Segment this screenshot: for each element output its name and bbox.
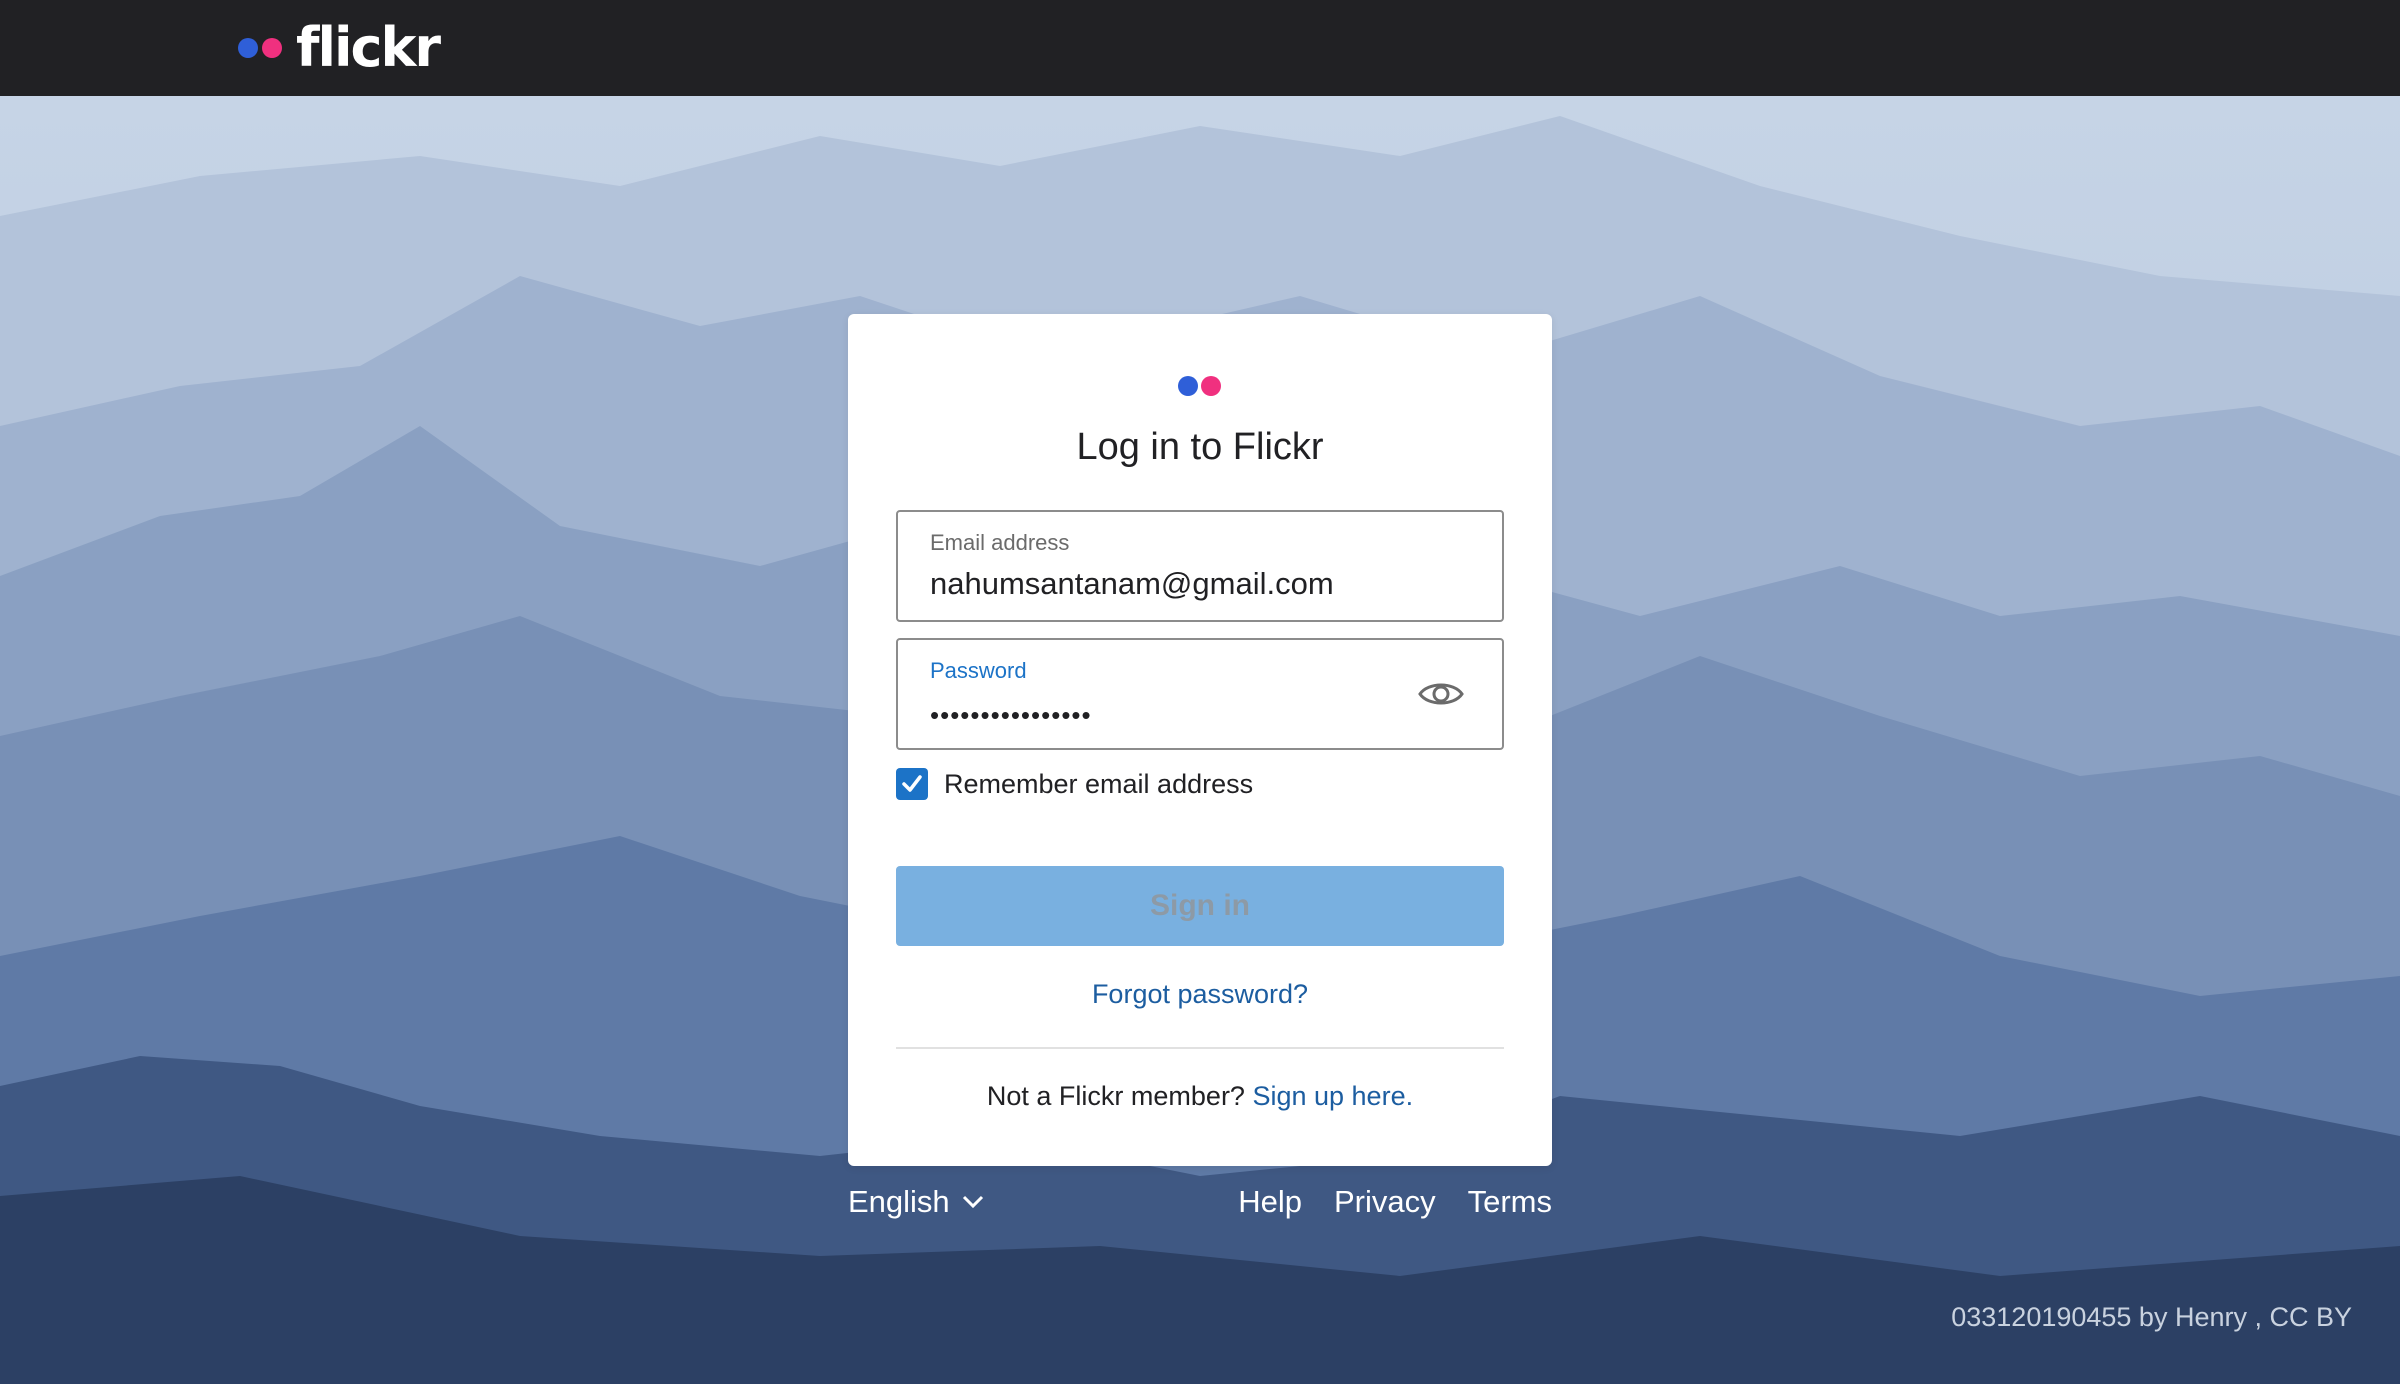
password-field-label: Password bbox=[930, 658, 1027, 683]
card-logo-dots bbox=[1178, 376, 1221, 396]
card-pink-dot bbox=[1201, 376, 1221, 396]
language-selector[interactable]: English bbox=[848, 1184, 984, 1220]
signup-row: Not a Flickr member? Sign up here. bbox=[848, 1081, 1552, 1112]
email-field-value[interactable]: nahumsantanam@gmail.com bbox=[930, 566, 1334, 602]
password-field-value[interactable]: •••••••••••••••• bbox=[930, 700, 1092, 731]
email-field-label: Email address bbox=[930, 530, 1070, 555]
login-card: Log in to Flickr Email address nahumsant… bbox=[848, 314, 1552, 1166]
remember-email-row[interactable]: Remember email address bbox=[896, 768, 1253, 800]
remember-email-checkbox[interactable] bbox=[896, 768, 928, 800]
privacy-link[interactable]: Privacy bbox=[1334, 1184, 1436, 1220]
flickr-logo[interactable]: flickr bbox=[238, 16, 441, 79]
logo-pink-dot bbox=[262, 38, 282, 58]
sign-in-button[interactable]: Sign in bbox=[896, 866, 1504, 946]
logo-blue-dot bbox=[238, 38, 258, 58]
help-link[interactable]: Help bbox=[1238, 1184, 1302, 1220]
divider bbox=[896, 1047, 1504, 1049]
email-field[interactable]: Email address nahumsantanam@gmail.com bbox=[896, 510, 1504, 622]
forgot-password-link[interactable]: Forgot password? bbox=[848, 979, 1552, 1010]
not-member-text: Not a Flickr member? bbox=[986, 1081, 1245, 1111]
language-label: English bbox=[848, 1184, 950, 1219]
sign-up-link[interactable]: Sign up here. bbox=[1252, 1081, 1413, 1111]
password-field[interactable]: Password •••••••••••••••• bbox=[896, 638, 1504, 750]
logo-text: flickr bbox=[296, 16, 441, 79]
checkmark-icon bbox=[902, 775, 922, 792]
chevron-down-icon bbox=[962, 1195, 983, 1209]
top-header: flickr bbox=[0, 0, 2400, 96]
remember-email-label: Remember email address bbox=[944, 768, 1254, 799]
footer-right-links: Help Privacy Terms bbox=[1206, 1184, 1552, 1220]
page-title: Log in to Flickr bbox=[1076, 426, 1324, 468]
eye-icon[interactable] bbox=[1418, 676, 1464, 712]
photo-credit[interactable]: 033120190455 by Henry , CC BY bbox=[1951, 1302, 2352, 1333]
footer-links: English Help Privacy Terms bbox=[848, 1184, 1552, 1228]
terms-link[interactable]: Terms bbox=[1468, 1184, 1552, 1220]
card-blue-dot bbox=[1178, 376, 1198, 396]
